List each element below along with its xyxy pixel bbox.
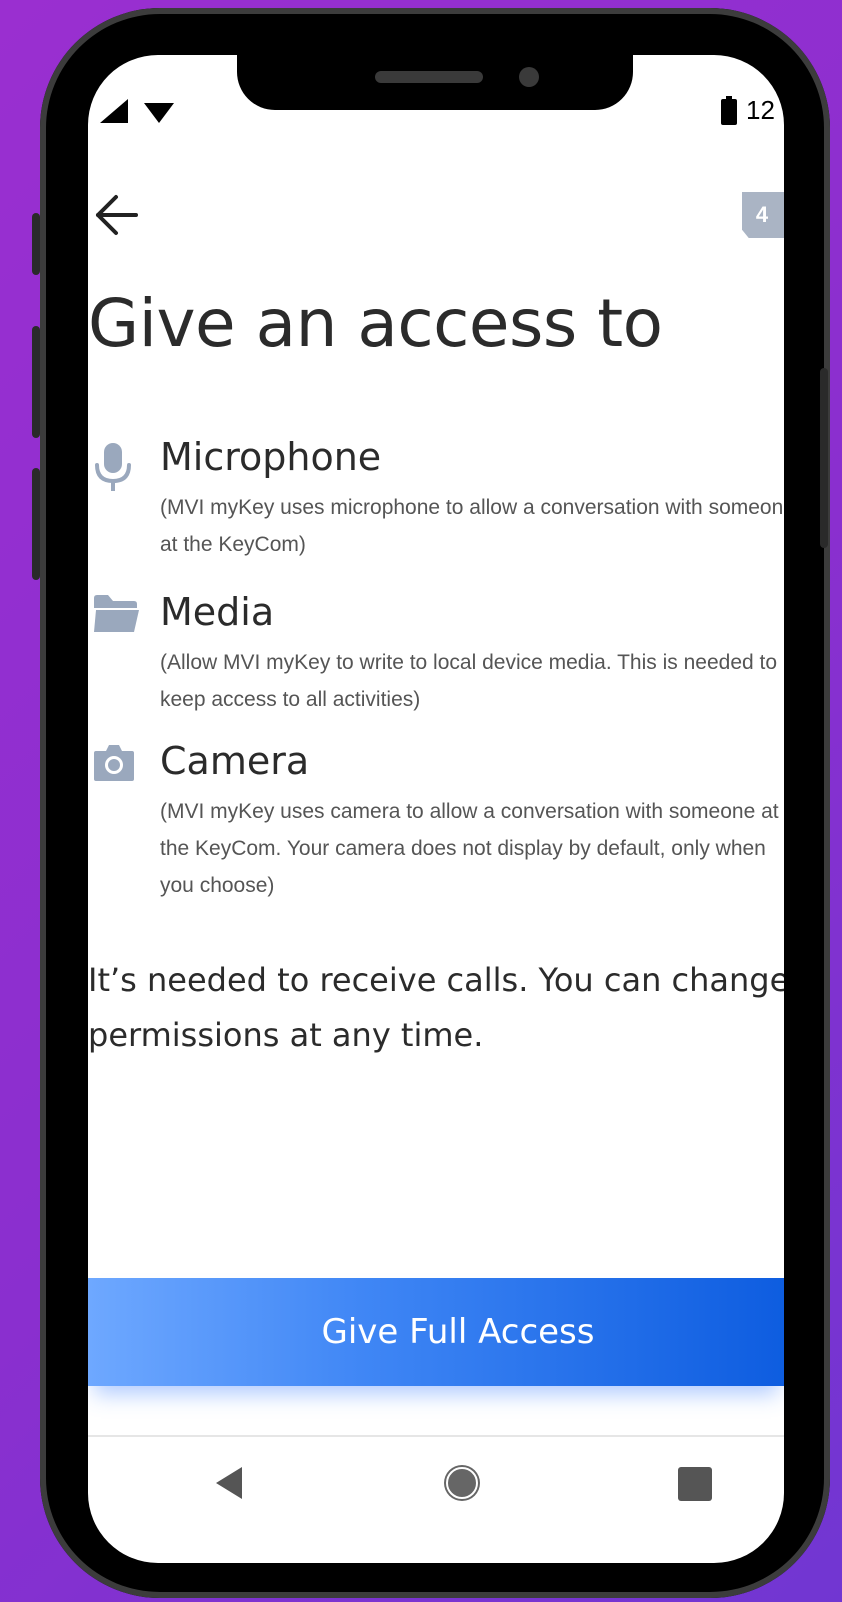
app-screen: 12 4 Give an access to Microphone (MVI m… xyxy=(88,55,784,1563)
permission-name: Camera xyxy=(160,739,310,783)
signal-icon xyxy=(100,99,174,123)
give-full-access-button[interactable]: Give Full Access xyxy=(88,1278,784,1386)
permissions-note: It’s needed to receive calls. You can ch… xyxy=(88,961,784,1054)
step-badge: 4 xyxy=(742,192,784,238)
camera-icon xyxy=(94,745,134,781)
microphone-icon xyxy=(95,443,131,491)
speaker xyxy=(375,71,483,83)
notch xyxy=(237,55,633,110)
permission-name: Media xyxy=(160,590,275,634)
folder-icon xyxy=(94,595,139,632)
status-time: 12 xyxy=(746,95,775,125)
front-camera xyxy=(519,67,539,87)
permission-description: (Allow MVI myKey to write to local devic… xyxy=(160,651,778,711)
nav-recents-icon[interactable] xyxy=(676,1465,714,1503)
volume-up-button xyxy=(32,326,40,438)
nav-divider xyxy=(88,1435,784,1437)
back-arrow-icon[interactable] xyxy=(92,193,140,237)
power-button xyxy=(820,368,828,548)
battery-icon xyxy=(721,95,737,125)
permission-description: (MVI myKey uses microphone to allow a co… xyxy=(160,496,784,556)
nav-home-icon[interactable] xyxy=(440,1461,484,1505)
nav-back-icon[interactable] xyxy=(212,1463,252,1503)
volume-down-button xyxy=(32,468,40,580)
page-title: Give an access to xyxy=(88,285,663,362)
status-right-group: 12 xyxy=(720,95,775,126)
wifi-icon xyxy=(144,103,174,123)
status-signal-group xyxy=(98,97,188,131)
permission-name: Microphone xyxy=(160,435,382,479)
mute-switch xyxy=(32,213,40,275)
permission-description: (MVI myKey uses camera to allow a conver… xyxy=(160,800,779,897)
